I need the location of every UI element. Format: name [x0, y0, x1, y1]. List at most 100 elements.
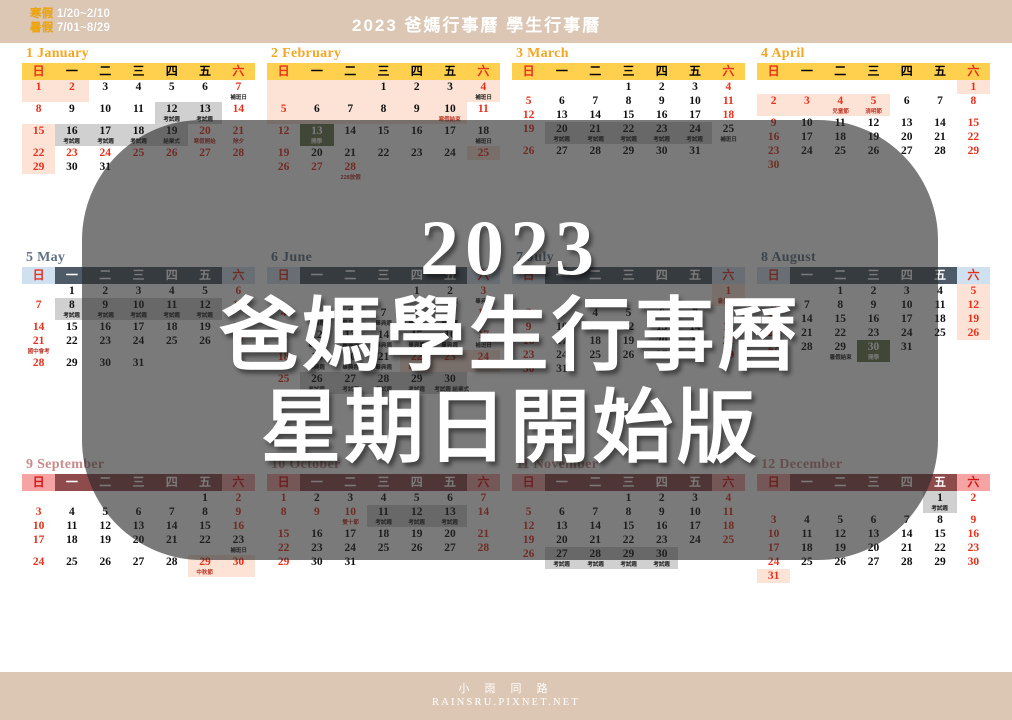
day-cell[interactable]: 5: [512, 94, 545, 108]
day-cell[interactable]: 11: [712, 505, 745, 519]
day-cell[interactable]: 29 考試週: [611, 547, 646, 569]
day-cell[interactable]: 6: [122, 505, 155, 519]
day-cell[interactable]: 7: [790, 298, 823, 312]
day-cell[interactable]: 10: [545, 320, 578, 334]
day-cell[interactable]: 16 畢典週: [433, 328, 466, 350]
day-cell[interactable]: 1: [956, 80, 990, 94]
day-cell[interactable]: 9: [222, 505, 255, 519]
day-cell[interactable]: 17 補班日: [467, 328, 500, 350]
day-cell[interactable]: 20: [433, 527, 466, 541]
day-cell[interactable]: 12: [512, 108, 545, 122]
day-cell[interactable]: 20 寒假開始: [188, 124, 221, 146]
day-cell[interactable]: 29: [22, 160, 56, 174]
day-cell[interactable]: 31: [757, 569, 791, 583]
day-cell[interactable]: 5: [400, 491, 433, 505]
day-cell[interactable]: 14: [923, 116, 956, 130]
day-cell[interactable]: 14: [579, 519, 612, 533]
day-cell[interactable]: 13: [857, 527, 890, 541]
day-cell[interactable]: 25: [466, 146, 500, 160]
day-cell[interactable]: 18: [155, 320, 188, 334]
day-cell[interactable]: 8: [612, 94, 645, 108]
day-cell[interactable]: 29: [923, 555, 956, 569]
day-cell[interactable]: 21: [334, 146, 367, 160]
day-cell[interactable]: 30 考試週 結業式: [433, 372, 469, 394]
day-cell[interactable]: 17: [545, 334, 578, 348]
day-cell[interactable]: 1 考試週: [923, 491, 957, 513]
day-cell[interactable]: 9: [400, 102, 434, 124]
day-cell[interactable]: 8: [366, 102, 401, 124]
day-cell[interactable]: 2 畢典週: [433, 284, 466, 306]
day-cell[interactable]: 3: [122, 284, 155, 298]
day-cell[interactable]: 4: [790, 513, 823, 527]
day-cell[interactable]: 1 暑假開始: [711, 284, 745, 306]
day-cell[interactable]: 25: [824, 144, 857, 158]
day-cell[interactable]: 6: [222, 284, 255, 298]
day-cell[interactable]: 9 畢典週: [433, 306, 466, 328]
day-cell[interactable]: 9: [645, 94, 678, 108]
day-cell[interactable]: 28 考試週: [366, 372, 401, 394]
day-cell[interactable]: 13: [122, 519, 155, 533]
day-cell[interactable]: 22: [55, 334, 88, 356]
day-cell[interactable]: 22 考試週: [611, 122, 646, 144]
day-cell[interactable]: 12: [512, 519, 545, 533]
day-cell[interactable]: 28: [923, 144, 956, 158]
day-cell[interactable]: 21: [923, 130, 956, 144]
day-cell[interactable]: 6: [757, 298, 790, 312]
day-cell[interactable]: 7: [333, 102, 367, 124]
day-cell[interactable]: 3: [433, 80, 467, 102]
day-cell[interactable]: 19: [512, 533, 545, 547]
day-cell[interactable]: 20: [545, 533, 578, 547]
day-cell[interactable]: 9: [300, 505, 333, 527]
day-cell[interactable]: 16: [857, 312, 890, 326]
day-cell[interactable]: 26: [612, 348, 645, 362]
day-cell[interactable]: 21: [579, 533, 612, 547]
day-cell[interactable]: 9: [55, 102, 88, 124]
day-cell[interactable]: 8: [188, 505, 221, 519]
day-cell[interactable]: 8: [267, 505, 300, 527]
day-cell[interactable]: 25: [790, 555, 823, 569]
day-cell[interactable]: 10: [89, 102, 122, 124]
day-cell[interactable]: 2: [645, 80, 678, 94]
day-cell[interactable]: 25: [923, 326, 956, 340]
day-cell[interactable]: 15: [367, 124, 400, 146]
day-cell[interactable]: 13: [645, 320, 678, 334]
day-cell[interactable]: 5: [267, 102, 301, 124]
day-cell[interactable]: 1: [366, 80, 401, 102]
day-cell[interactable]: 4: [267, 306, 300, 328]
day-cell[interactable]: 10: [22, 519, 55, 533]
day-cell[interactable]: 3: [22, 505, 55, 519]
day-cell[interactable]: 13 考試週: [433, 505, 467, 527]
day-cell[interactable]: 9: [757, 116, 790, 130]
day-cell[interactable]: 17: [122, 320, 155, 334]
day-cell[interactable]: 10: [678, 94, 711, 108]
day-cell[interactable]: 23 補班日: [222, 533, 255, 555]
day-cell[interactable]: 27 考試週: [545, 547, 579, 569]
day-cell[interactable]: 18: [712, 519, 745, 533]
day-cell[interactable]: 4: [712, 80, 745, 94]
day-cell[interactable]: 10: [890, 298, 923, 312]
day-cell[interactable]: 3: [545, 306, 578, 320]
day-cell[interactable]: 19: [612, 334, 645, 348]
day-cell[interactable]: 14: [890, 527, 923, 541]
day-cell[interactable]: 19: [400, 527, 433, 541]
day-cell[interactable]: 11: [467, 102, 500, 124]
day-cell[interactable]: 24: [757, 555, 790, 569]
day-cell[interactable]: 12 考試週: [400, 505, 434, 527]
day-cell[interactable]: 26: [400, 541, 433, 555]
day-cell[interactable]: 4: [122, 80, 155, 102]
day-cell[interactable]: 25: [122, 146, 155, 160]
day-cell[interactable]: 30: [645, 144, 678, 158]
day-cell[interactable]: 3: [678, 491, 711, 505]
day-cell[interactable]: 22: [957, 130, 990, 144]
day-cell[interactable]: 14: [334, 124, 367, 146]
day-cell[interactable]: 3 畢典週: [467, 284, 500, 306]
day-cell[interactable]: 3: [334, 491, 367, 505]
day-cell[interactable]: 2: [512, 306, 545, 320]
day-cell[interactable]: 27: [890, 144, 923, 158]
day-cell[interactable]: 17: [678, 519, 711, 533]
day-cell[interactable]: 28: [678, 348, 711, 362]
day-cell[interactable]: 14: [790, 312, 823, 326]
day-cell[interactable]: 29: [957, 144, 990, 158]
day-cell[interactable]: 29: [55, 356, 88, 370]
day-cell[interactable]: 26: [824, 555, 857, 569]
